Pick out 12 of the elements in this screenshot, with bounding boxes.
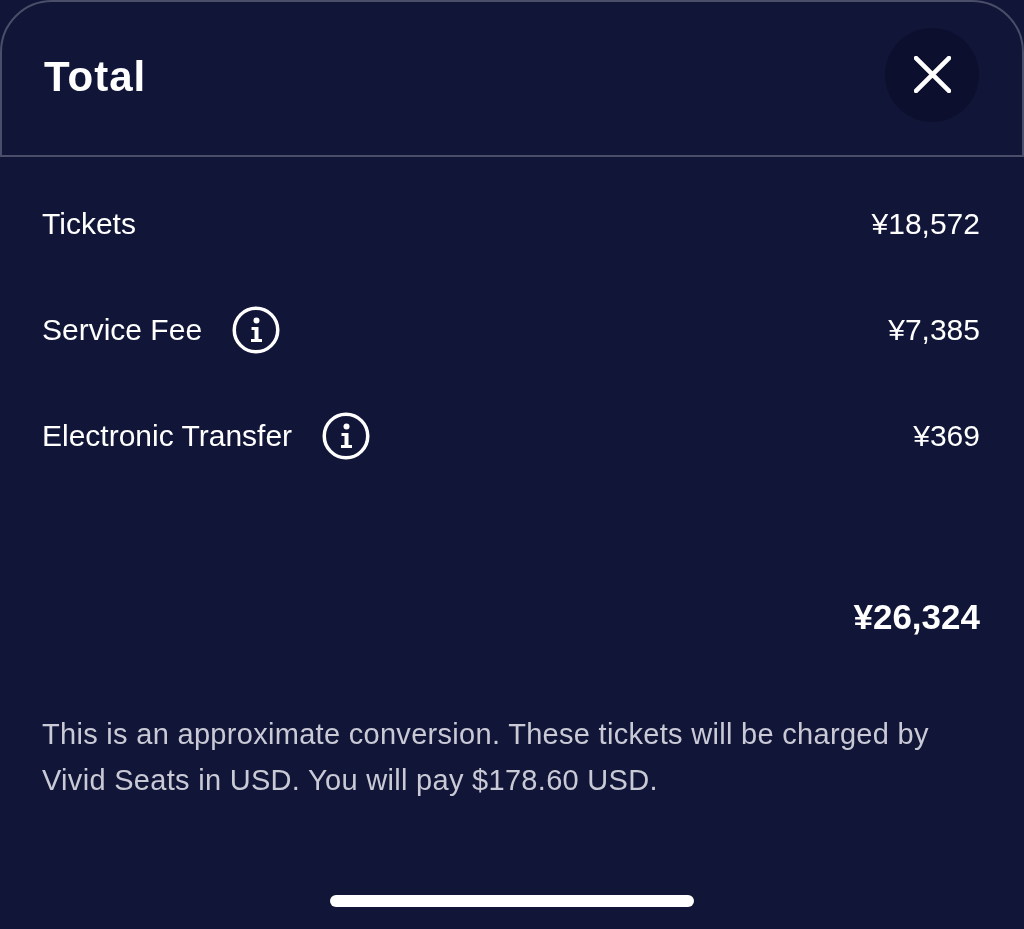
line-item-label: Tickets [42, 207, 136, 241]
line-item-label: Service Fee [42, 313, 203, 347]
line-item-amount: ¥7,385 [888, 313, 980, 347]
close-icon [913, 56, 951, 93]
total-amount: ¥26,324 [853, 597, 980, 637]
line-item-label: Electronic Transfer [42, 419, 293, 453]
info-icon[interactable] [322, 412, 371, 460]
info-icon[interactable] [232, 306, 281, 354]
line-item-amount: ¥18,572 [871, 207, 980, 241]
sheet-title: Total [44, 52, 147, 101]
line-item-amount: ¥369 [913, 419, 980, 453]
conversion-note: This is an approximate conversion. These tickets will be charged by Vivid Seats in USD. You will pay $178.60 USD. [42, 717, 930, 798]
